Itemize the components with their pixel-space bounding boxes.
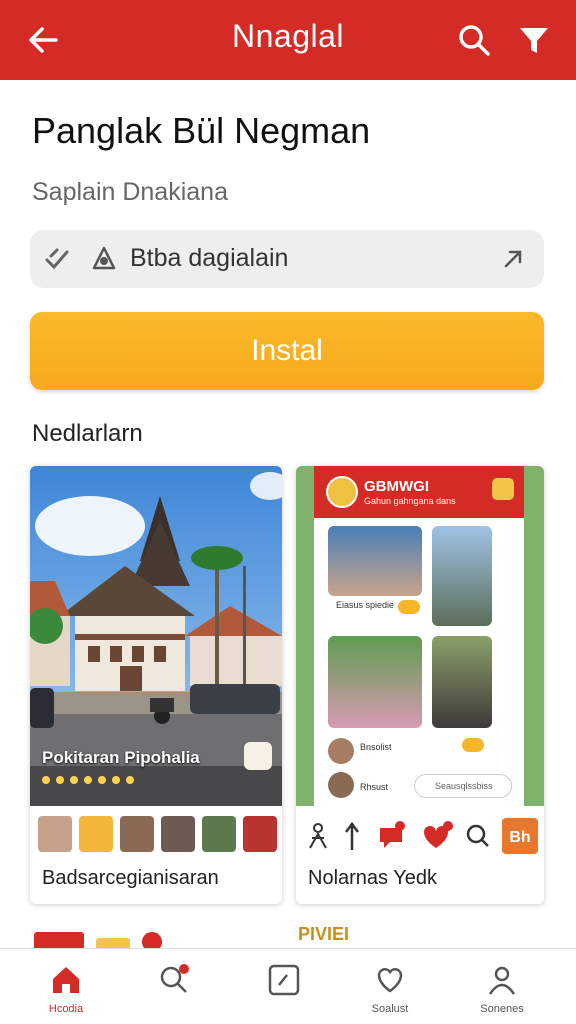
app-developer-subtitle: Saplain Dnakiana (32, 178, 228, 206)
like-pill[interactable] (398, 600, 420, 614)
thumbnail-scene[interactable] (202, 816, 236, 852)
top-app-bar: Nnaglal (0, 0, 576, 80)
info-row-label: Btba dagialain (130, 244, 289, 272)
avatar (328, 738, 354, 764)
nav-profile[interactable]: Sonenes (462, 963, 542, 1015)
thumbnail-scene[interactable] (243, 816, 277, 852)
avatar (328, 772, 354, 798)
profile-icon (488, 966, 516, 995)
chevron-right-icon (504, 250, 522, 268)
screenshot-card-1[interactable]: Pokitaran Pipohalia Badsarcegianisaran (30, 466, 282, 904)
post-photo[interactable] (432, 526, 492, 626)
like-pill[interactable] (462, 738, 484, 752)
app-tile-icon (268, 964, 300, 996)
card-label: Nolarnas Yedk (308, 867, 437, 889)
post-photo[interactable] (328, 526, 422, 596)
next-row-preview (34, 932, 162, 950)
screenshot-card-2[interactable]: GBMWGI Gahun gahngana dans Eiasus spiedi… (296, 466, 544, 904)
phone-subtitle: Gahun gahngana dans (364, 496, 456, 506)
nav-apps[interactable] (244, 963, 324, 1003)
rating-badge-icon (92, 246, 116, 270)
chat-heart-icon (377, 968, 403, 993)
post-photo[interactable] (328, 636, 422, 728)
app-badge-icon[interactable]: Bh (502, 818, 538, 854)
nav-search[interactable] (134, 963, 214, 1003)
thumbnail-avatar[interactable] (161, 816, 195, 852)
bottom-navigation: Hcodia Soalust Sonenes (0, 948, 576, 1024)
phone-header: GBMWGI Gahun gahngana dans (314, 466, 524, 518)
reply-input[interactable]: Seausqlssbiss (414, 774, 512, 798)
home-icon (53, 967, 79, 993)
thumbnail-badge[interactable] (79, 816, 113, 852)
nav-label: Soalust (371, 1003, 409, 1015)
nav-label: Hcodia (48, 1003, 84, 1015)
install-button[interactable]: Instal (30, 312, 544, 390)
action-icon-row: Bh (309, 818, 538, 854)
comment-author: Rhsust (360, 782, 389, 792)
card-label: Badsarcegianisaran (42, 867, 219, 889)
rating-dots (42, 776, 134, 784)
avatar (326, 476, 358, 508)
promo-label: PIVIEI (298, 924, 350, 944)
nav-social[interactable]: Soalust (350, 963, 430, 1015)
svg-text:Bh: Bh (509, 829, 530, 846)
post-photo[interactable] (432, 636, 492, 728)
thumbnail-strip (38, 816, 277, 852)
comment-author: Bnsolist (360, 742, 392, 752)
screenshot-caption: Pokitaran Pipohalia (42, 748, 200, 767)
phone-mockup: GBMWGI Gahun gahngana dans Eiasus spiedi… (296, 466, 544, 806)
heart-notification-icon[interactable] (424, 821, 453, 848)
phone-screen: GBMWGI Gahun gahngana dans Eiasus spiedi… (314, 466, 524, 806)
badge-icon (244, 742, 272, 770)
chat-notification-icon[interactable] (380, 821, 405, 848)
post-caption: Eiasus spiedie (336, 600, 395, 610)
badge-icon (492, 478, 514, 500)
nav-label: Sonenes (480, 1003, 524, 1015)
phone-title: GBMWGI (364, 478, 429, 495)
person-icon[interactable] (309, 823, 327, 849)
search-icon[interactable] (454, 20, 494, 60)
app-name-heading: Panglak Bül Negman (32, 110, 371, 151)
verified-check-icon (45, 248, 69, 270)
up-arrow-icon[interactable] (345, 821, 359, 850)
search-icon[interactable] (466, 824, 489, 847)
filter-icon[interactable] (514, 20, 554, 60)
info-row[interactable]: Btba dagialain (30, 230, 544, 288)
section-title: Nedlarlarn (32, 420, 143, 447)
thumbnail-avatar[interactable] (120, 816, 154, 852)
nav-home[interactable]: Hcodia (26, 963, 106, 1015)
search-notification-icon (160, 964, 189, 993)
thumbnail-avatar[interactable] (38, 816, 72, 852)
